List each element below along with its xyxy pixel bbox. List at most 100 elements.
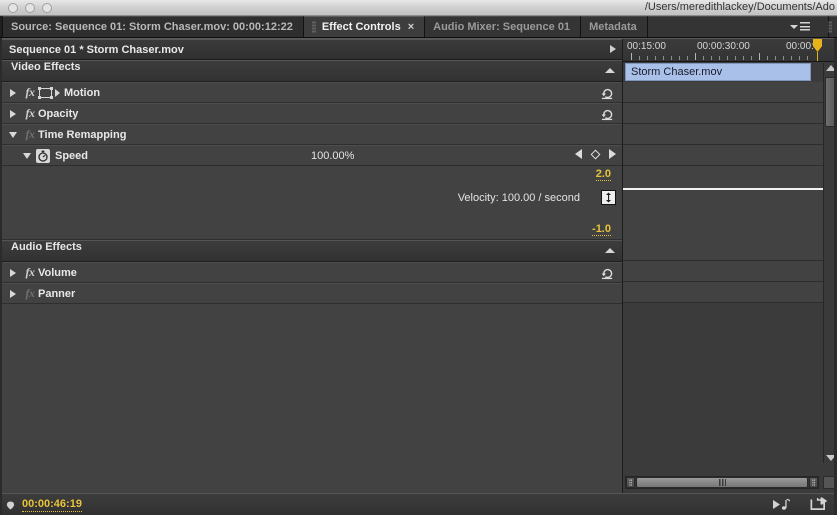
horizontal-scroll-thumb[interactable] (636, 477, 808, 488)
window-path-label: /Users/meredithlackey/Documents/Ado (644, 1, 835, 13)
previous-keyframe-icon[interactable] (575, 149, 582, 159)
collapse-section-icon[interactable] (605, 248, 615, 253)
hamburger-menu-icon (800, 22, 810, 31)
timeline-lane-audio-effects[interactable] (623, 240, 823, 261)
selected-clip-title: Sequence 01 * Storm Chaser.mov (1, 39, 622, 60)
timeline-clip-bar[interactable]: Storm Chaser.mov (625, 63, 811, 81)
timeline-lane-motion[interactable] (623, 82, 823, 103)
disclosure-triangle-motion[interactable] (7, 88, 19, 97)
frame-border-left (0, 38, 2, 515)
timeline-lane-opacity[interactable] (623, 103, 823, 124)
zoom-in-handle[interactable] (809, 477, 818, 488)
chevron-right-icon (10, 289, 16, 298)
window-traffic-lights[interactable] (8, 3, 52, 13)
parameter-row-speed[interactable]: Speed 100.00% (1, 145, 622, 166)
minimize-window-icon[interactable] (25, 3, 35, 13)
tab-source-monitor[interactable]: Source: Sequence 01: Storm Chaser.mov: 0… (2, 16, 304, 37)
collapse-section-icon[interactable] (605, 68, 615, 73)
reset-icon-opacity[interactable] (601, 108, 614, 121)
zoom-out-handle[interactable] (626, 477, 635, 488)
tab-metadata[interactable]: Metadata (581, 16, 648, 37)
timeline-lane-volume[interactable] (623, 261, 823, 282)
tab-effect-controls-label: Effect Controls (321, 21, 401, 33)
disclosure-triangle-opacity[interactable] (7, 109, 19, 118)
panel-status-bar: 00:00:46:19 (0, 493, 837, 515)
effect-name-time-remapping: Time Remapping (38, 128, 127, 141)
effect-name-panner: Panner (38, 287, 76, 300)
timeline-ruler[interactable]: 00:15:00 00:00:30:00 00:00:4 (623, 39, 837, 62)
video-effects-header[interactable]: Video Effects (1, 60, 622, 82)
playhead-line (817, 52, 818, 61)
timeline-lane-time-remapping[interactable] (623, 124, 823, 145)
effect-row-volume[interactable]: fx Volume (1, 262, 622, 283)
reset-icon-motion[interactable] (601, 87, 614, 100)
fx-icon-opacity[interactable]: fx (22, 106, 38, 121)
ruler-tick-label: 00:00:30:00 (697, 41, 750, 52)
add-keyframe-icon[interactable] (590, 149, 601, 159)
zoom-window-icon[interactable] (42, 3, 52, 13)
video-effects-header-label: Video Effects (11, 61, 81, 73)
effect-row-time-remapping[interactable]: fx Time Remapping (1, 124, 622, 145)
timeline-lane-panner[interactable] (623, 282, 823, 303)
next-keyframe-icon[interactable] (609, 149, 616, 159)
velocity-curve (623, 188, 823, 190)
reset-icon-volume[interactable] (601, 267, 614, 280)
effect-row-opacity[interactable]: fx Opacity (1, 103, 622, 124)
effect-controls-timeline: 00:15:00 00:00:30:00 00:00:4 Storm Chase… (622, 39, 837, 493)
current-timecode[interactable]: 00:00:46:19 (22, 498, 82, 512)
transform-box-icon (38, 86, 53, 99)
tab-metadata-label: Metadata (589, 21, 637, 33)
tab-effect-controls[interactable]: Effect Controls × (303, 16, 426, 37)
stopwatch-icon-speed[interactable] (36, 148, 50, 163)
tab-audio-mixer[interactable]: Audio Mixer: Sequence 01 (425, 16, 582, 37)
clip-title-arrow-icon[interactable] (610, 45, 616, 53)
keyframe-marker-icon (6, 501, 15, 510)
close-icon[interactable]: × (408, 21, 414, 33)
chevron-down-icon (790, 24, 798, 29)
play-audio-only-icon[interactable] (771, 498, 793, 511)
disclosure-triangle-speed[interactable] (21, 152, 33, 159)
tab-source-monitor-label: Source: Sequence 01: Storm Chaser.mov: 0… (11, 21, 293, 33)
fx-icon-time-remapping[interactable]: fx (22, 127, 38, 142)
timeline-clip-label: Storm Chaser.mov (631, 66, 723, 78)
timeline-velocity-graph[interactable] (623, 166, 823, 241)
status-bar-buttons (771, 497, 827, 512)
velocity-min-label: -1.0 (592, 223, 611, 236)
effect-row-motion[interactable]: fx Motion (1, 82, 622, 103)
effect-name-motion: Motion (64, 86, 101, 99)
audio-effects-header-label: Audio Effects (11, 241, 82, 253)
tab-drag-grip-icon (311, 21, 316, 33)
chevron-down-icon (23, 152, 31, 159)
close-window-icon[interactable] (8, 3, 18, 13)
fx-icon-panner[interactable]: fx (22, 286, 38, 301)
effect-controls-panel: Sequence 01 * Storm Chaser.mov Video Eff… (0, 38, 837, 493)
disclosure-triangle-volume[interactable] (7, 268, 19, 277)
tab-strip-right-grip[interactable] (828, 16, 837, 37)
fx-icon-motion[interactable]: fx (22, 85, 38, 100)
speed-value[interactable]: 100.00% (311, 150, 354, 162)
effect-parameter-list: Sequence 01 * Storm Chaser.mov Video Eff… (1, 39, 622, 493)
timeline-horizontal-scrollbar[interactable] (625, 476, 819, 489)
tab-strip-spacer (647, 16, 829, 37)
panel-tab-strip: Source: Sequence 01: Storm Chaser.mov: 0… (0, 16, 837, 38)
disclosure-triangle-panner[interactable] (7, 289, 19, 298)
os-title-bar: /Users/meredithlackey/Documents/Ado (0, 0, 837, 16)
keyframe-navigator-speed (575, 149, 616, 159)
panel-menu-button[interactable] (790, 22, 810, 31)
chevron-right-icon (10, 109, 16, 118)
chevron-right-icon (10, 88, 16, 97)
audio-effects-header[interactable]: Audio Effects (1, 240, 622, 262)
disclosure-triangle-time-remapping[interactable] (7, 131, 19, 138)
chevron-down-icon (9, 131, 17, 138)
effect-row-panner[interactable]: fx Panner (1, 283, 622, 304)
velocity-max-label: 2.0 (595, 168, 611, 181)
tab-audio-mixer-label: Audio Mixer: Sequence 01 (433, 21, 571, 33)
export-frame-icon[interactable] (809, 497, 827, 512)
fx-icon-volume[interactable]: fx (22, 265, 38, 280)
panel-drag-grip-icon (828, 21, 832, 33)
velocity-handle-icon[interactable] (601, 190, 616, 205)
motion-play-arrow-icon (55, 88, 60, 97)
chevron-right-icon (10, 268, 16, 277)
ruler-tick-label: 00:15:00 (627, 41, 666, 52)
timeline-lane-speed[interactable] (623, 145, 823, 166)
